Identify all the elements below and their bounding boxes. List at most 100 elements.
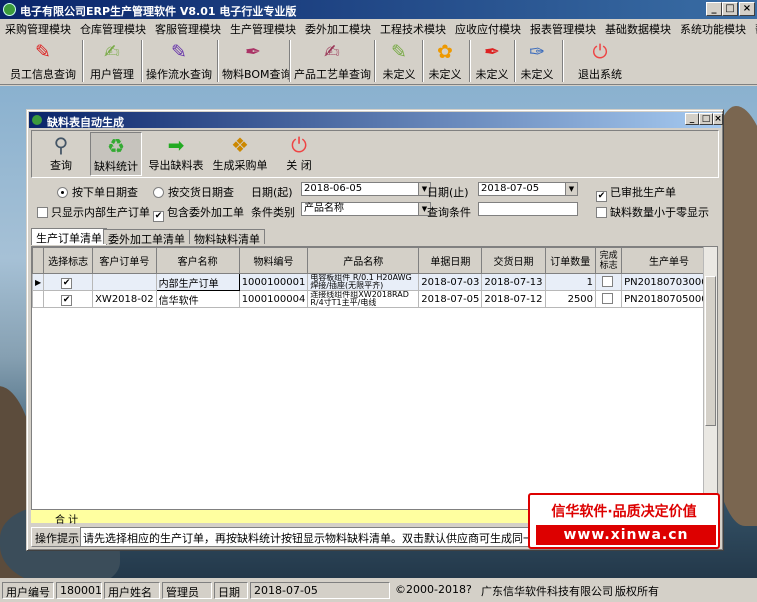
query-cond-input[interactable] [478,202,578,216]
tab-outsource-orders[interactable]: 委外加工单清单 [103,229,190,246]
user-manage-icon: ✍ [104,41,120,63]
user-manage-button[interactable]: ✍ 用户管理 [88,39,136,83]
minimize-button[interactable]: _ [706,2,722,16]
include-outsource-checkbox[interactable]: ✔ 包含委外加工单 [153,204,244,222]
menu-engineering[interactable]: 工程技术模块 [375,19,450,37]
app-title: 电子有限公司ERP生产管理软件 V8.01 电子行业专业版 [20,5,297,18]
process-query-icon: ✍ [324,41,340,63]
create-purchase-button[interactable]: ❖ 生成采购单 [212,132,268,176]
undefined-icon-3: ✒ [484,41,500,63]
undefined-icon-1: ✎ [391,41,407,63]
menu-production[interactable]: 生产管理模块 [225,19,300,37]
shortage-negative-checkbox[interactable]: 缺料数量小于零显示 [596,204,709,220]
menu-system[interactable]: 系统功能模块 [675,19,750,37]
order-table: 选择标志 客户订单号 客户名称 物料编号 产品名称 单据日期 交货日期 订单数量… [31,247,717,308]
undefined-button-2[interactable]: ✿ 未定义 [425,39,465,83]
date-end-select[interactable]: 2018-07-05 ▼ [478,182,578,196]
menu-outsource[interactable]: 委外加工模块 [300,19,375,37]
row-pointer-icon: ▶ [31,273,45,291]
hint-label: 操作提示 [31,527,83,547]
undefined-button-1[interactable]: ✎ 未定义 [379,39,419,83]
vendor-slogan: 信华软件·品质决定价值 [551,504,697,520]
arrow-right-icon: ➡ [167,133,185,157]
close-button[interactable]: × [739,2,755,16]
file-pdf-icon: ✎ [35,41,51,63]
col-done[interactable]: 完成标志 [595,247,623,274]
menu-receivable[interactable]: 应收应付模块 [450,19,525,37]
main-toolbar: ✎ 员工信息查询 ✍ 用户管理 ✎ 操作流水查询 ✒ 物料BOM查询 ✍ 产品工… [0,37,757,85]
status-date: 2018-07-05 [250,582,390,599]
shortage-window-title-bar: 缺料表自动生成 _ □ × [29,112,723,129]
flower-icon: ✿ [437,41,453,63]
window-toolbar: ⚲ 查询 ♻ 缺料统计 ➡ 导出缺料表 ❖ 生成采购单 ⏻ 关 闭 [31,130,719,178]
inner-maximize-button[interactable]: □ [699,113,713,125]
date-start-select[interactable]: 2018-06-05 ▼ [301,182,431,196]
magnifier-icon: ⚲ [53,133,69,157]
query-button[interactable]: ⚲ 查询 [38,132,84,176]
cond-type-label: 条件类别 [251,206,295,219]
menu-bar: 采购管理模块 仓库管理模块 客服管理模块 生产管理模块 委外加工模块 工程技术模块 应收应付… [0,19,757,37]
row-select-checkbox[interactable]: ✔ [43,273,94,291]
feather-icon: ✑ [529,41,545,63]
log-query-icon: ✎ [171,41,187,63]
menu-report[interactable]: 报表管理模块 [525,19,600,37]
scrollbar-thumb[interactable] [705,276,716,426]
filter-panel: 按下单日期查 按交货日期查 日期(起) 2018-06-05 ▼ 日期(止) 20… [31,182,719,226]
vertical-scrollbar[interactable] [703,247,717,520]
bom-query-button[interactable]: ✒ 物料BOM查询 [222,39,292,83]
box-icon: ❖ [231,133,249,157]
col-mat-no[interactable]: 物料编号 [238,247,309,274]
menu-customer[interactable]: 客服管理模块 [150,19,225,37]
internal-only-checkbox[interactable]: 只显示内部生产订单 [37,204,150,220]
table-row[interactable]: ✔ XW2018-02 信华软件 1000100004 连接线组件组XW2018… [31,290,717,308]
menu-help[interactable]: 帮助 [750,19,757,37]
radio-order-date[interactable]: 按下单日期查 [57,184,138,200]
shortage-window-title: 缺料表自动生成 [47,116,124,129]
shortage-stat-button[interactable]: ♻ 缺料统计 [90,132,142,176]
table-row[interactable]: ▶ ✔ 内部生产订单 1000100001 电容板组件 R/0.1 H20AWG… [31,273,717,291]
app-title-bar: 电子有限公司ERP生产管理软件 V8.01 电子行业专业版 _ □ × [0,0,757,19]
exit-system-button[interactable]: ⏻ 退出系统 [574,39,626,83]
cond-type-select[interactable]: 产品名称 ▼ [301,202,431,216]
close-window-button[interactable]: ⏻ 关 闭 [276,132,322,176]
col-select[interactable]: 选择标志 [43,247,94,274]
col-product[interactable]: 产品名称 [307,247,420,274]
app-icon [3,3,16,16]
tab-material-shortage[interactable]: 物料缺料清单 [189,229,265,246]
row-done-checkbox[interactable] [595,290,623,308]
row-select-checkbox[interactable]: ✔ [43,290,94,308]
undefined-button-4[interactable]: ✑ 未定义 [517,39,557,83]
shortage-window: 缺料表自动生成 _ □ × ⚲ 查询 ♻ 缺料统计 ➡ 导出缺料表 ❖ 生成采购… [26,109,724,551]
status-bar: 用户编号 180001 用户姓名 管理员 日期 2018-07-05 ©2000… [0,579,757,602]
vendor-url: www.xinwa.cn [536,525,716,545]
radio-due-date[interactable]: 按交货日期查 [153,184,234,200]
chevron-down-icon: ▼ [565,183,577,195]
col-doc-date[interactable]: 单据日期 [418,247,483,274]
bom-query-icon: ✒ [245,41,261,63]
user-no: 180001 [56,582,102,599]
table-header-row: 选择标志 客户订单号 客户名称 物料编号 产品名称 单据日期 交货日期 订单数量… [31,247,717,274]
undefined-button-3[interactable]: ✒ 未定义 [472,39,512,83]
power-icon: ⏻ [592,41,608,63]
process-query-button[interactable]: ✍ 产品工艺单查询 [294,39,371,83]
export-shortage-button[interactable]: ➡ 导出缺料表 [148,132,204,176]
col-qty[interactable]: 订单数量 [544,247,597,274]
menu-purchase[interactable]: 采购管理模块 [0,19,75,37]
approved-checkbox[interactable]: ✔ 已审批生产单 [596,184,676,202]
menu-warehouse[interactable]: 仓库管理模块 [75,19,150,37]
menu-base-data[interactable]: 基础数据模块 [600,19,675,37]
row-done-checkbox[interactable] [595,273,623,291]
col-cust-order[interactable]: 客户订单号 [92,247,157,274]
vendor-watermark: 信华软件·品质决定价值 www.xinwa.cn [528,493,720,549]
employee-query-button[interactable]: ✎ 员工信息查询 [8,39,78,83]
inner-minimize-button[interactable]: _ [685,113,699,125]
col-cust-name[interactable]: 客户名称 [155,247,240,274]
inner-close-button[interactable]: × [713,113,723,125]
tab-production-orders[interactable]: 生产订单清单 [31,228,107,245]
recycle-icon: ♻ [107,134,125,158]
log-query-button[interactable]: ✎ 操作流水查询 [146,39,212,83]
col-due-date[interactable]: 交货日期 [481,247,546,274]
query-cond-label: 查询条件 [427,206,471,219]
user-name: 管理员 [162,582,212,599]
maximize-button[interactable]: □ [722,2,738,16]
